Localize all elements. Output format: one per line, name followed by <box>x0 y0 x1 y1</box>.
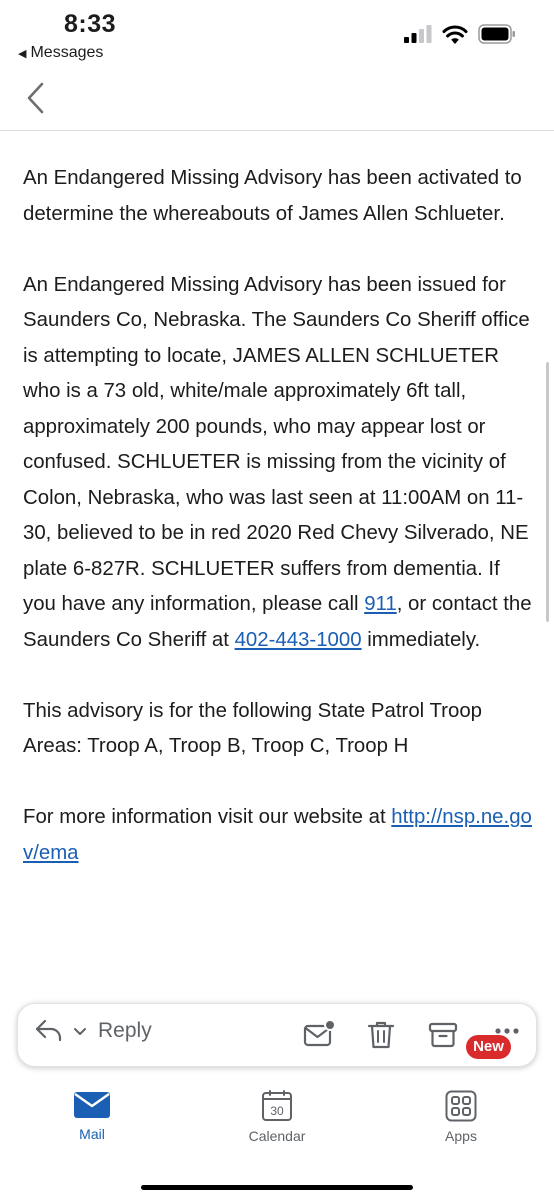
more-info: For more information visit our website a… <box>23 800 538 871</box>
back-to-app-link[interactable]: ◀ Messages <box>18 44 103 62</box>
cellular-signal-icon <box>404 25 432 43</box>
tab-bar: Mail 30 Calendar Apps <box>0 1080 554 1199</box>
reply-arrow-icon <box>35 1019 62 1042</box>
calendar-icon: 30 <box>262 1090 292 1121</box>
advisory-details-text-3: immediately. <box>361 628 481 651</box>
status-indicators <box>404 24 516 44</box>
tab-apps-label: Apps <box>445 1128 477 1144</box>
back-triangle-icon: ◀ <box>18 47 27 60</box>
apps-icon <box>445 1090 477 1122</box>
status-time: 8:33 <box>64 10 117 38</box>
scroll-indicator[interactable] <box>546 362 549 622</box>
advisory-details-text: An Endangered Missing Advisory has been … <box>23 273 530 616</box>
reply-label: Reply <box>98 1019 152 1042</box>
tab-calendar-label: Calendar <box>248 1128 306 1144</box>
mark-unread-icon[interactable] <box>302 1018 336 1052</box>
new-badge: New <box>466 1035 511 1059</box>
trash-icon[interactable] <box>364 1018 398 1052</box>
battery-icon <box>478 24 515 44</box>
email-action-bar: Reply <box>17 1003 537 1067</box>
chevron-down-icon[interactable] <box>72 1025 88 1037</box>
advisory-intro: An Endangered Missing Advisory has been … <box>23 167 522 225</box>
calendar-day-number: 30 <box>270 1104 284 1118</box>
phone-link-911[interactable]: 911 <box>364 593 397 615</box>
advisory-details: An Endangered Missing Advisory has been … <box>23 268 538 659</box>
phone-link-sheriff[interactable]: 402-443-1000 <box>235 629 362 651</box>
tab-apps[interactable]: Apps <box>401 1090 521 1144</box>
tab-mail[interactable]: Mail <box>32 1090 152 1142</box>
more-info-text: For more information visit our website a… <box>23 806 392 828</box>
tab-calendar[interactable]: 30 Calendar <box>217 1090 337 1144</box>
reply-button[interactable]: Reply <box>34 1018 152 1044</box>
navigation-bar <box>0 64 554 131</box>
email-body: An Endangered Missing Advisory has been … <box>23 161 538 907</box>
status-bar: 8:33 ◀ Messages <box>0 0 554 64</box>
mail-icon <box>74 1092 110 1118</box>
troop-areas: This advisory is for the following State… <box>23 699 482 758</box>
back-app-label: Messages <box>30 44 104 61</box>
tab-mail-label: Mail <box>79 1126 105 1142</box>
back-chevron-icon[interactable] <box>22 80 52 116</box>
archive-icon[interactable] <box>426 1018 460 1052</box>
home-indicator[interactable] <box>141 1185 413 1190</box>
wifi-icon <box>442 25 468 44</box>
